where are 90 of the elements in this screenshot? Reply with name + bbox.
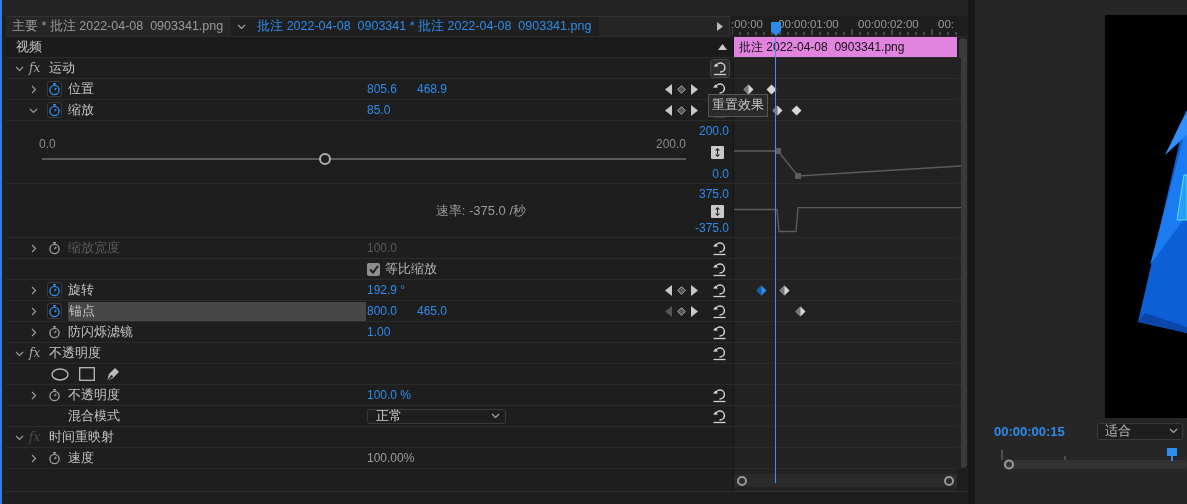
scroll-handle[interactable] bbox=[944, 475, 954, 486]
add-keyframe-button[interactable] bbox=[676, 84, 686, 94]
panel-tab[interactable]: 批注 2022-04-08 0903341 * 批注 2022-04-08 0903341.png bbox=[251, 17, 600, 36]
rectangle-mask-icon[interactable] bbox=[79, 367, 95, 381]
property-value[interactable]: 468.9 bbox=[417, 82, 467, 96]
property-value[interactable]: 465.0 bbox=[417, 304, 467, 318]
stopwatch-icon[interactable] bbox=[47, 450, 62, 466]
next-keyframe-button[interactable] bbox=[690, 284, 698, 296]
horizontal-scrollbar[interactable] bbox=[734, 474, 957, 487]
collapse-arrow-icon[interactable] bbox=[718, 44, 727, 50]
keyframe-icon[interactable] bbox=[791, 105, 802, 116]
timecode-label: 00: bbox=[938, 18, 954, 30]
property-value[interactable]: 805.6 bbox=[367, 82, 417, 96]
graph-axis-max: 200.0 bbox=[698, 124, 729, 138]
blend-mode-dropdown[interactable]: 正常 bbox=[367, 408, 506, 424]
property-value[interactable]: 85.0 bbox=[367, 103, 417, 117]
timecode-label: 00:00:02:00 bbox=[858, 18, 919, 30]
reset-icon[interactable] bbox=[712, 345, 727, 361]
next-keyframe-button[interactable] bbox=[690, 305, 698, 317]
fx-label: fx bbox=[29, 61, 42, 75]
slider-thumb[interactable] bbox=[319, 153, 332, 165]
graph-scale-button[interactable] bbox=[711, 146, 724, 159]
property-name[interactable]: 缩放 bbox=[68, 100, 94, 120]
property-value[interactable]: 100.00% bbox=[367, 451, 417, 465]
reset-icon[interactable] bbox=[712, 303, 727, 319]
zoom-dropdown[interactable]: 适合 bbox=[1097, 422, 1183, 440]
fx-label: fx bbox=[29, 346, 42, 360]
up-down-arrows-icon bbox=[715, 148, 720, 157]
add-keyframe-button[interactable] bbox=[676, 105, 686, 115]
keyframe-icon[interactable] bbox=[743, 84, 754, 95]
previous-keyframe-button[interactable] bbox=[664, 284, 672, 296]
slider-max-label: 200.0 bbox=[655, 137, 686, 151]
keyframe-icon[interactable] bbox=[756, 285, 767, 296]
previous-keyframe-button[interactable] bbox=[664, 104, 672, 116]
stopwatch-icon[interactable] bbox=[47, 303, 62, 319]
stopwatch-icon[interactable] bbox=[47, 102, 62, 118]
chevron-down-icon bbox=[491, 413, 500, 419]
property-value[interactable]: 100.0 % bbox=[367, 388, 417, 402]
checkbox-label: 等比缩放 bbox=[385, 260, 437, 278]
chevron-down-icon[interactable] bbox=[236, 23, 246, 30]
effect-name[interactable]: 时间重映射 bbox=[49, 427, 114, 447]
property-name[interactable]: 旋转 bbox=[68, 280, 94, 300]
property-value[interactable]: 1.00 bbox=[367, 325, 417, 339]
stopwatch-icon[interactable] bbox=[47, 324, 62, 340]
section-title: 视频 bbox=[16, 38, 42, 56]
scrollbar-thumb[interactable] bbox=[958, 38, 967, 468]
checkbox[interactable] bbox=[367, 262, 380, 276]
property-name[interactable]: 不透明度 bbox=[68, 385, 120, 405]
effect-name[interactable]: 不透明度 bbox=[49, 343, 101, 363]
reset-icon[interactable] bbox=[709, 58, 730, 78]
up-down-arrows-icon bbox=[715, 206, 720, 216]
graph-axis-min: 0.0 bbox=[712, 167, 729, 181]
scroll-handle[interactable] bbox=[737, 475, 747, 486]
effect-name[interactable]: 运动 bbox=[49, 58, 75, 78]
property-name[interactable]: 位置 bbox=[68, 79, 94, 99]
property-name[interactable]: 防闪烁滤镜 bbox=[68, 322, 133, 342]
next-keyframe-button[interactable] bbox=[690, 83, 698, 95]
ellipse-mask-icon[interactable] bbox=[51, 367, 69, 381]
tooltip: 重置效果 bbox=[708, 94, 768, 117]
add-keyframe-button[interactable] bbox=[676, 285, 686, 295]
stopwatch-icon[interactable] bbox=[47, 282, 62, 298]
keyframe-icon[interactable] bbox=[779, 285, 790, 296]
next-keyframe-button[interactable] bbox=[690, 104, 698, 116]
keyframe-icon[interactable] bbox=[766, 84, 777, 95]
property-name: 混合模式 bbox=[68, 407, 120, 425]
slider-min-label: 0.0 bbox=[39, 137, 56, 151]
graph-axis-max: 375.0 bbox=[698, 187, 729, 201]
timecode-label: 00:00:01:00 bbox=[778, 18, 839, 30]
stopwatch-icon[interactable] bbox=[47, 81, 62, 97]
timecode-label: :00:00 bbox=[731, 18, 763, 30]
reset-icon[interactable] bbox=[712, 408, 727, 424]
reset-icon[interactable] bbox=[712, 324, 727, 340]
reset-icon[interactable] bbox=[712, 261, 727, 277]
stopwatch-icon[interactable] bbox=[47, 387, 62, 403]
property-name[interactable]: 锚点 bbox=[68, 301, 366, 321]
playhead-handle[interactable] bbox=[771, 22, 781, 36]
keyframe-icon[interactable] bbox=[795, 306, 806, 317]
graph-scale-button[interactable] bbox=[711, 204, 724, 218]
property-value[interactable]: 192.9 ° bbox=[367, 283, 417, 297]
chevron-down-icon bbox=[1169, 428, 1178, 434]
play-icon[interactable] bbox=[717, 22, 723, 31]
add-keyframe-button[interactable] bbox=[676, 306, 686, 316]
reset-icon[interactable] bbox=[712, 387, 727, 403]
property-value[interactable]: 800.0 bbox=[367, 304, 417, 318]
graph-axis-min: -375.0 bbox=[694, 221, 729, 235]
pen-icon[interactable] bbox=[105, 366, 121, 382]
reset-icon[interactable] bbox=[712, 282, 727, 298]
timecode: 00:00:00:15 bbox=[994, 423, 1065, 439]
property-name[interactable]: 速度 bbox=[68, 448, 94, 468]
previous-keyframe-button[interactable] bbox=[664, 83, 672, 95]
